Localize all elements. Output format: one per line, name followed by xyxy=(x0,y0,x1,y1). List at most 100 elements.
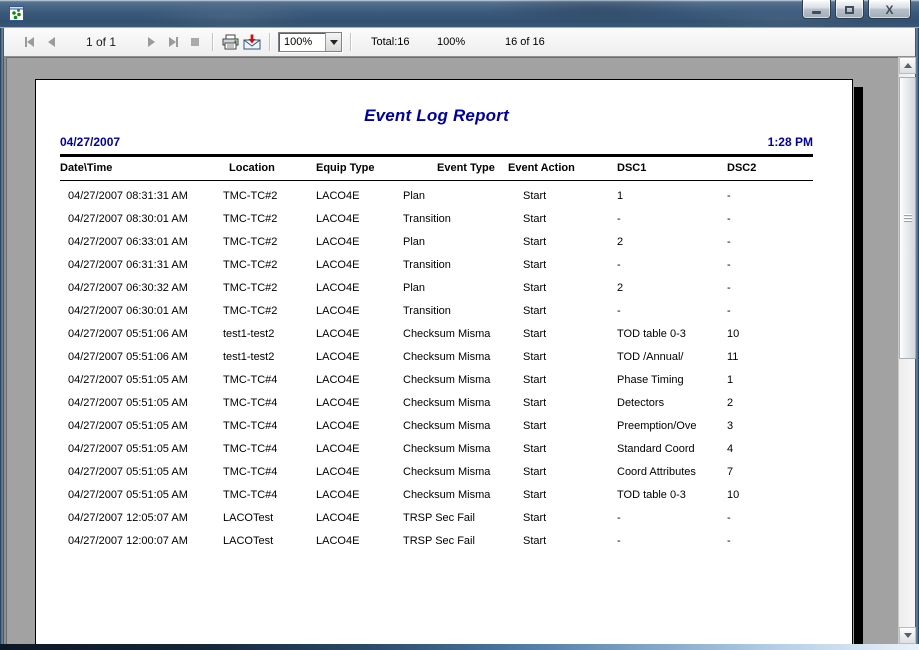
table-cell: Checksum Misma xyxy=(403,420,523,432)
table-cell: test1-test2 xyxy=(223,351,316,363)
table-cell: TMC-TC#2 xyxy=(223,213,316,225)
table-row: 04/27/2007 05:51:05 AMTMC-TC#4LACO4EChec… xyxy=(68,483,813,506)
table-cell: Checksum Misma xyxy=(403,489,523,501)
table-cell: 04/27/2007 06:33:01 AM xyxy=(68,236,223,248)
next-page-button[interactable] xyxy=(140,32,162,52)
report-time: 1:28 PM xyxy=(768,135,813,149)
report-date-row: 04/27/2007 1:28 PM xyxy=(60,135,813,149)
printer-icon xyxy=(222,34,239,50)
table-body: 04/27/2007 08:31:31 AMTMC-TC#2LACO4EPlan… xyxy=(60,184,813,552)
minimize-button[interactable] xyxy=(802,0,831,19)
total-records-label: Total:16 xyxy=(371,36,437,48)
table-row: 04/27/2007 12:00:07 AMLACOTestLACO4ETRSP… xyxy=(68,529,813,552)
table-cell: TMC-TC#4 xyxy=(223,374,316,386)
export-button[interactable] xyxy=(241,32,263,52)
table-row: 04/27/2007 05:51:05 AMTMC-TC#4LACO4EChec… xyxy=(68,437,813,460)
table-row: 04/27/2007 08:30:01 AMTMC-TC#2LACO4ETran… xyxy=(68,207,813,230)
table-cell: TOD table 0-3 xyxy=(617,328,727,340)
table-cell: Start xyxy=(523,213,617,225)
table-cell: 10 xyxy=(727,489,813,501)
table-row: 04/27/2007 08:31:31 AMTMC-TC#2LACO4EPlan… xyxy=(68,184,813,207)
table-cell: 3 xyxy=(727,420,813,432)
zoom-combobox[interactable]: 100% xyxy=(278,32,342,52)
table-cell: TRSP Sec Fail xyxy=(403,512,523,524)
table-cell: - xyxy=(617,213,727,225)
table-cell: 04/27/2007 08:30:01 AM xyxy=(68,213,223,225)
table-cell: TRSP Sec Fail xyxy=(403,535,523,547)
table-cell: LACO4E xyxy=(316,374,403,386)
table-cell: Transition xyxy=(403,213,523,225)
export-icon xyxy=(243,34,261,50)
table-cell: Start xyxy=(523,374,617,386)
table-cell: Start xyxy=(523,420,617,432)
zoom-dropdown-button[interactable] xyxy=(325,33,341,51)
table-cell: LACO4E xyxy=(316,259,403,271)
table-cell: Start xyxy=(523,236,617,248)
table-cell: Preemption/Ove xyxy=(617,420,727,432)
window-controls: X xyxy=(802,0,911,19)
toolbar-separator xyxy=(350,33,351,51)
maximize-icon xyxy=(845,6,854,14)
table-cell: LACO4E xyxy=(316,443,403,455)
table-header-row: Date\Time Location Equip Type Event Type… xyxy=(60,157,813,180)
thumb-grip xyxy=(904,215,912,216)
titlebar[interactable]: X xyxy=(0,0,919,28)
table-cell: Plan xyxy=(403,236,523,248)
previous-page-button[interactable] xyxy=(40,32,62,52)
table-cell: Detectors xyxy=(617,397,727,409)
table-cell: TOD /Annual/ xyxy=(617,351,727,363)
column-header-dsc1: DSC1 xyxy=(615,162,725,174)
table-cell: - xyxy=(617,512,727,524)
first-page-button[interactable] xyxy=(18,32,40,52)
status-readouts: Total:16 100% 16 of 16 xyxy=(371,36,545,48)
next-page-icon xyxy=(148,37,155,47)
table-cell: Start xyxy=(523,259,617,271)
stop-loading-button[interactable] xyxy=(184,32,206,52)
table-cell: 10 xyxy=(727,328,813,340)
table-cell: 04/27/2007 05:51:05 AM xyxy=(68,420,223,432)
table-cell: 04/27/2007 05:51:05 AM xyxy=(68,397,223,409)
print-button[interactable] xyxy=(219,32,241,52)
table-cell: TMC-TC#4 xyxy=(223,397,316,409)
table-cell: LACO4E xyxy=(316,420,403,432)
table-cell: TMC-TC#2 xyxy=(223,236,316,248)
table-cell: LACO4E xyxy=(316,213,403,225)
table-row: 04/27/2007 05:51:05 AMTMC-TC#4LACO4EChec… xyxy=(68,460,813,483)
report-viewer-window: X 1 of 1 xyxy=(0,0,919,650)
record-count-label: 16 of 16 xyxy=(505,36,545,48)
table-cell: LACO4E xyxy=(316,351,403,363)
close-button[interactable]: X xyxy=(868,0,911,19)
table-cell: Phase Timing xyxy=(617,374,727,386)
table-cell: 04/27/2007 12:05:07 AM xyxy=(68,512,223,524)
table-row: 04/27/2007 05:51:05 AMTMC-TC#4LACO4EChec… xyxy=(68,414,813,437)
table-row: 04/27/2007 06:31:31 AMTMC-TC#2LACO4ETran… xyxy=(68,253,813,276)
table-cell: 2 xyxy=(617,236,727,248)
table-cell: Plan xyxy=(403,282,523,294)
maximize-button[interactable] xyxy=(835,0,864,19)
table-cell: 04/27/2007 12:00:07 AM xyxy=(68,535,223,547)
scroll-up-button[interactable] xyxy=(899,57,916,74)
scroll-down-button[interactable] xyxy=(899,627,916,644)
table-row: 04/27/2007 05:51:06 AMtest1-test2LACO4EC… xyxy=(68,345,813,368)
column-header-datetime: Date\Time xyxy=(60,162,229,174)
table-cell: Start xyxy=(523,535,617,547)
thumb-grip xyxy=(904,221,912,222)
table-cell: LACOTest xyxy=(223,512,316,524)
table-cell: 04/27/2007 05:51:05 AM xyxy=(68,489,223,501)
toolbar-separator xyxy=(269,33,270,51)
table-cell: 04/27/2007 05:51:05 AM xyxy=(68,466,223,478)
scrollbar-thumb[interactable] xyxy=(899,77,916,359)
table-cell: TMC-TC#4 xyxy=(223,466,316,478)
column-header-equip-type: Equip Type xyxy=(316,162,420,174)
last-page-button[interactable] xyxy=(162,32,184,52)
table-cell: - xyxy=(727,236,813,248)
table-cell: Start xyxy=(523,512,617,524)
column-header-event-action: Event Action xyxy=(508,162,615,174)
table-cell: test1-test2 xyxy=(223,328,316,340)
vertical-scrollbar[interactable] xyxy=(898,57,915,644)
table-cell: Start xyxy=(523,282,617,294)
table-cell: Start xyxy=(523,466,617,478)
report-page: Event Log Report 04/27/2007 1:28 PM Date… xyxy=(35,79,853,644)
table-cell: Transition xyxy=(403,305,523,317)
table-cell: 1 xyxy=(727,374,813,386)
